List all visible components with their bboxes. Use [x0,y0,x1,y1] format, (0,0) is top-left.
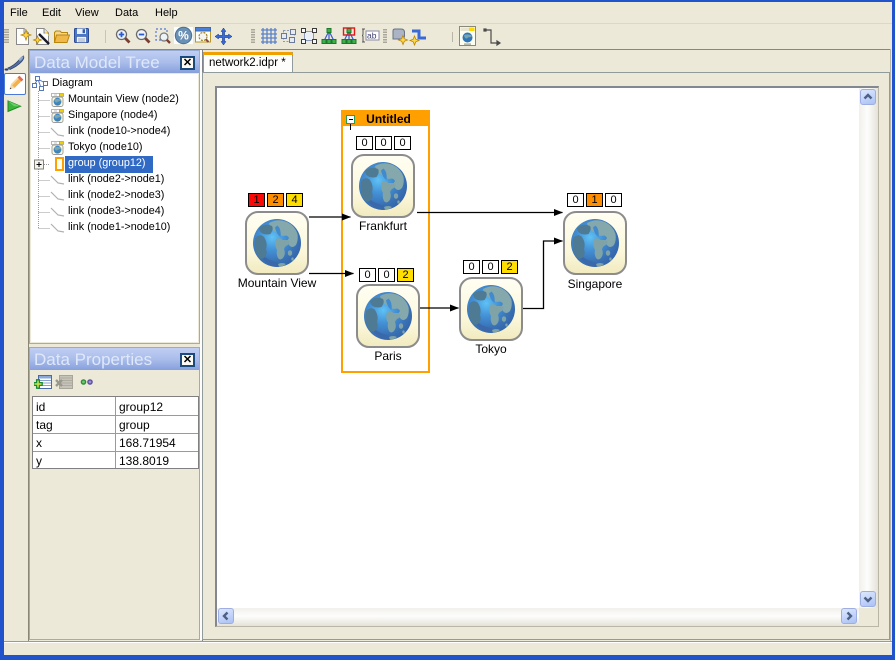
svg-text:ab: ab [367,31,377,41]
svg-text:%: % [178,29,189,43]
